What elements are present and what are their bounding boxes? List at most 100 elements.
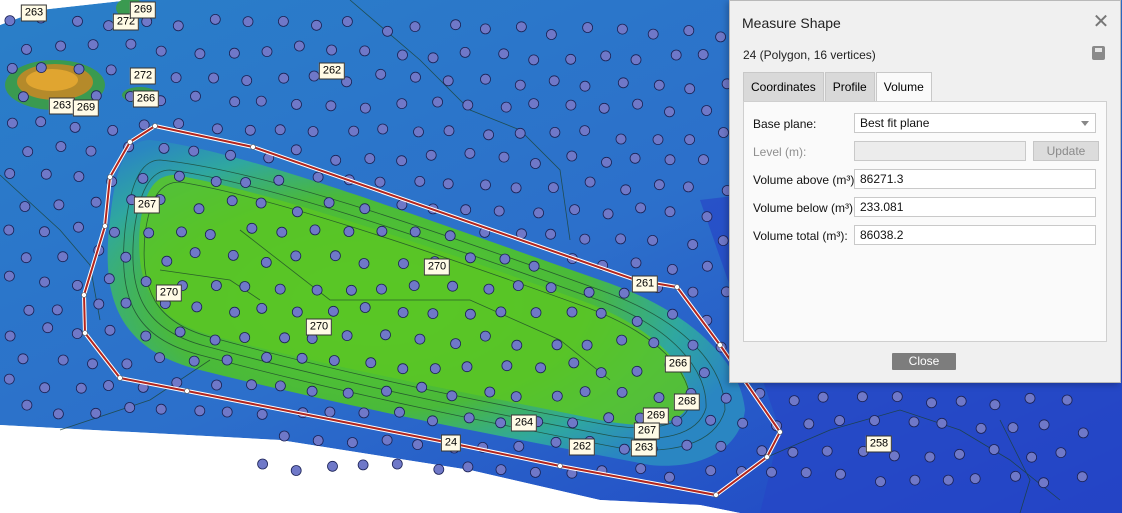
polygon-label[interactable]: 24	[440, 434, 462, 452]
sounding-point	[617, 77, 629, 89]
sounding-point	[432, 96, 444, 108]
sounding-point	[246, 379, 257, 391]
tab-volume[interactable]: Volume	[875, 72, 932, 103]
sounding-point	[208, 72, 220, 84]
sounding-point	[584, 176, 596, 188]
sounding-point	[3, 373, 15, 385]
sounding-point	[579, 386, 591, 398]
tab-profile[interactable]: Profile	[824, 72, 875, 101]
sounding-point	[546, 29, 557, 40]
sounding-point	[464, 147, 476, 159]
sounding-point	[40, 168, 52, 180]
sounding-point	[221, 406, 233, 418]
measure-shape-dialog[interactable]: Measure Shape ✕ 24 (Polygon, 16 vertices…	[729, 0, 1121, 383]
sounding-point	[239, 281, 251, 292]
sounding-point	[463, 412, 475, 424]
sounding-point	[766, 466, 777, 478]
volume-total-field[interactable]: 86038.2	[854, 225, 1096, 245]
level-input[interactable]	[854, 141, 1026, 161]
sounding-point	[330, 154, 342, 166]
sounding-point	[698, 154, 709, 166]
sounding-point	[4, 15, 16, 27]
sounding-point	[397, 307, 409, 318]
tab-coordinates[interactable]: Coordinates	[743, 72, 824, 101]
sounding-point	[382, 25, 393, 37]
sounding-point	[22, 146, 34, 158]
sounding-point	[57, 354, 69, 366]
sounding-point	[954, 448, 965, 460]
sounding-point	[803, 418, 815, 430]
sounding-point	[705, 414, 716, 426]
sounding-point	[602, 208, 614, 220]
sounding-point	[103, 380, 114, 391]
sounding-point	[413, 126, 424, 138]
sounding-point	[664, 106, 675, 118]
sounding-point	[53, 408, 64, 420]
sounding-point	[459, 47, 471, 58]
sounding-point	[307, 126, 319, 137]
sounding-point	[701, 211, 713, 223]
sounding-point	[103, 273, 115, 285]
sounding-point	[255, 197, 267, 209]
sounding-point	[664, 206, 676, 218]
sounding-point	[53, 199, 65, 211]
contour-label: 262	[318, 62, 346, 80]
sounding-point	[137, 172, 149, 184]
base-plane-select[interactable]: Best fit plane	[854, 113, 1096, 133]
sounding-point	[239, 332, 251, 343]
sounding-point	[69, 122, 81, 133]
volume-above-field[interactable]: 86271.3	[854, 169, 1096, 189]
sounding-point	[193, 203, 205, 215]
sounding-point	[715, 440, 727, 452]
contour-label: 269	[129, 1, 157, 19]
sounding-point	[412, 439, 424, 451]
sounding-point	[989, 399, 1001, 411]
sounding-point	[551, 390, 563, 402]
volume-above-label: Volume above (m³):	[753, 173, 858, 187]
close-icon[interactable]: ✕	[1092, 12, 1110, 32]
update-button[interactable]: Update	[1033, 141, 1099, 161]
sounding-point	[240, 177, 252, 188]
sounding-point	[462, 99, 474, 111]
sounding-point	[687, 286, 699, 298]
sounding-point	[446, 390, 458, 402]
sounding-point	[701, 105, 712, 116]
sounding-point	[514, 127, 526, 139]
sounding-point	[414, 175, 426, 187]
volume-below-field[interactable]: 233.081	[854, 197, 1096, 217]
sounding-point	[462, 461, 474, 473]
sounding-point	[256, 302, 268, 314]
sounding-point	[699, 367, 710, 379]
volume-total-label: Volume total (m³):	[753, 229, 848, 243]
sounding-point	[444, 230, 456, 242]
sounding-point	[583, 286, 595, 298]
sounding-point	[579, 233, 591, 245]
sounding-point	[924, 451, 936, 463]
sounding-point	[194, 48, 206, 60]
sounding-point	[566, 306, 578, 318]
close-button[interactable]: Close	[892, 353, 956, 370]
sounding-point	[670, 49, 682, 61]
sounding-point	[57, 251, 69, 263]
sounding-point	[788, 395, 800, 407]
sounding-point	[359, 302, 371, 313]
sounding-point	[85, 145, 97, 157]
sounding-point	[109, 226, 120, 238]
shape-summary: 24 (Polygon, 16 vertices)	[743, 48, 876, 62]
save-icon[interactable]	[1092, 46, 1105, 60]
sounding-point	[720, 392, 732, 404]
sounding-point	[143, 227, 155, 239]
sounding-point	[39, 382, 51, 394]
sounding-point	[194, 405, 206, 417]
sounding-point	[480, 73, 491, 85]
sounding-point	[211, 379, 223, 391]
sounding-point	[483, 129, 495, 141]
sounding-point	[396, 155, 408, 167]
sounding-point	[510, 182, 522, 194]
sounding-point	[687, 239, 699, 250]
sounding-point	[969, 473, 981, 485]
sounding-point	[90, 196, 102, 208]
sounding-point	[155, 403, 167, 415]
sounding-point	[376, 283, 387, 295]
sounding-point	[908, 416, 920, 428]
